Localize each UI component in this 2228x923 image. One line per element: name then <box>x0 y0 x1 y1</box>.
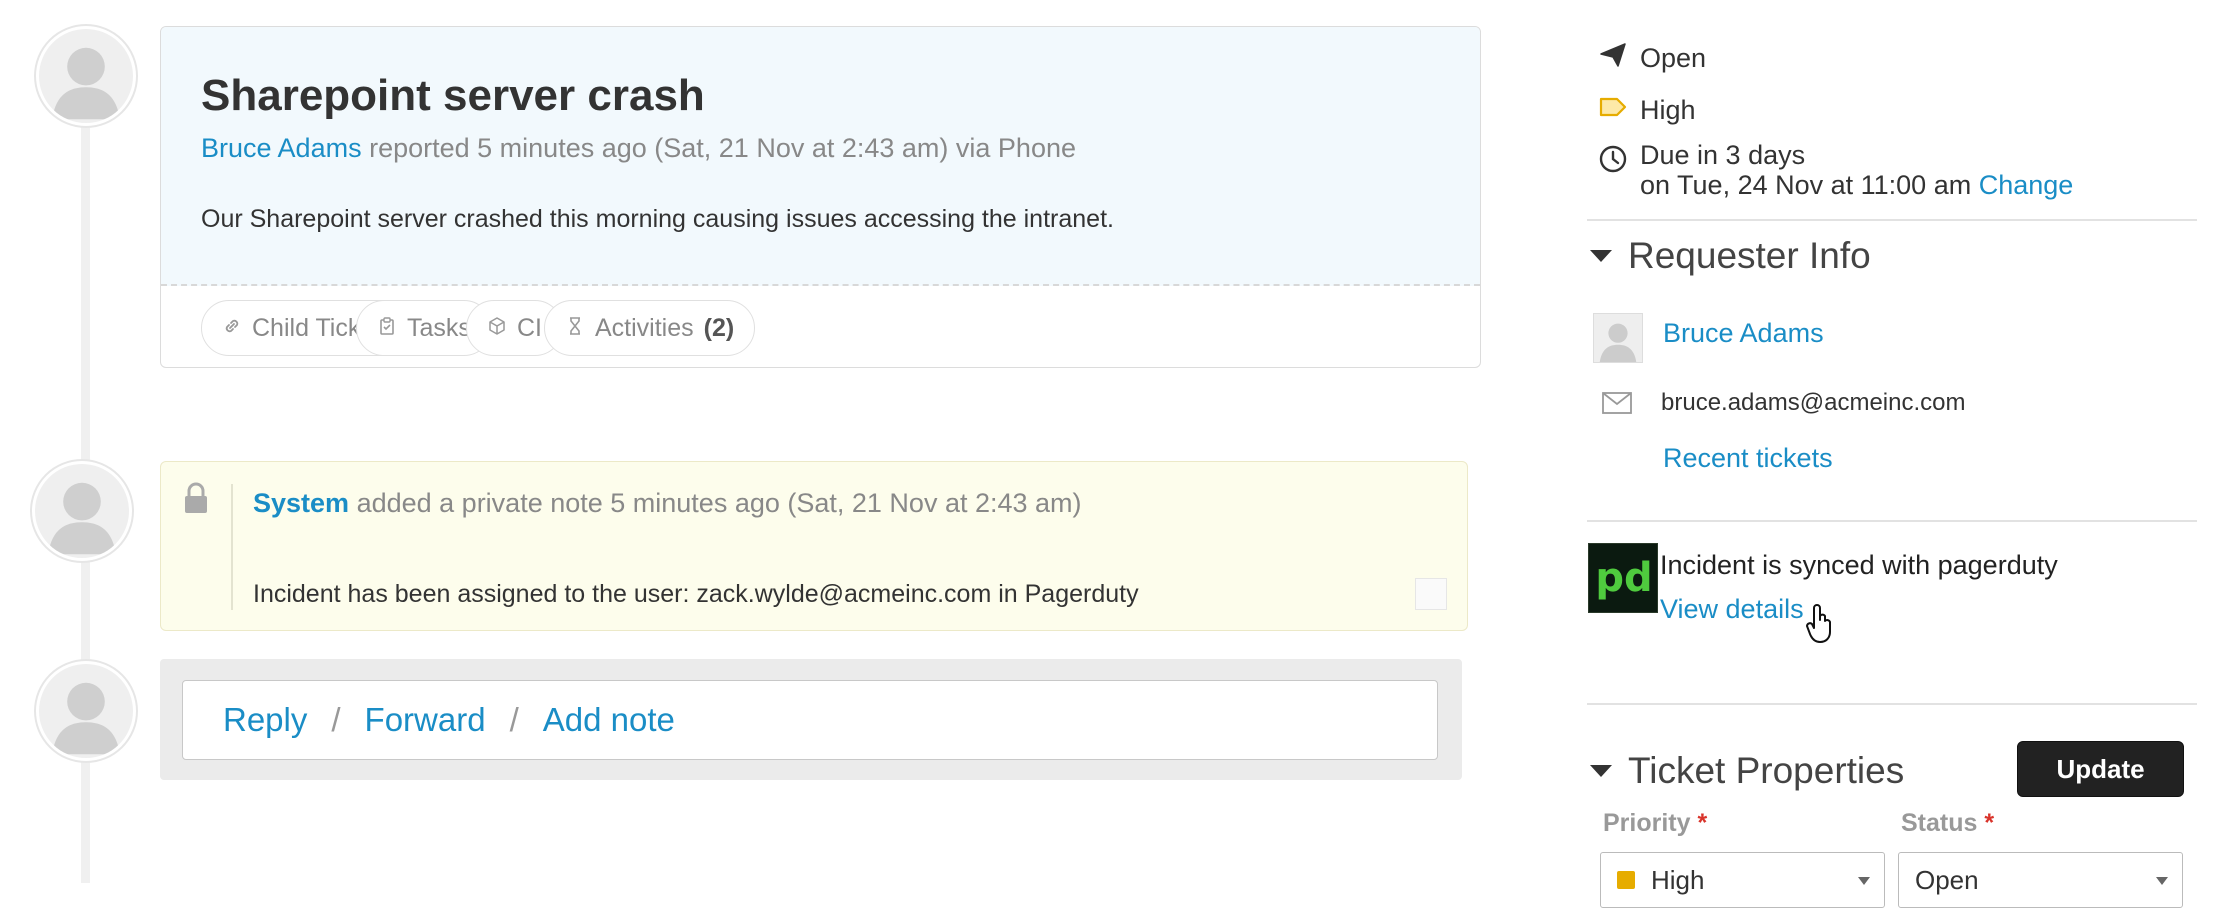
chevron-down-icon <box>2156 877 2168 885</box>
status-row: Open <box>1598 40 1706 77</box>
priority-select-value: High <box>1651 864 1705 895</box>
note-meta-text: added a private note 5 minutes ago (Sat,… <box>356 488 1082 518</box>
requester-email: bruce.adams@acmeinc.com <box>1661 389 1966 416</box>
priority-row: High <box>1598 92 1696 129</box>
separator: / <box>331 701 341 738</box>
clipboard-check-icon <box>377 314 397 343</box>
reported-text: reported 5 minutes ago (Sat, 21 Nov at 2… <box>369 133 1076 163</box>
add-note-button[interactable]: Add note <box>543 701 675 739</box>
tab-label: CI <box>517 313 542 342</box>
update-button[interactable]: Update <box>2017 741 2184 797</box>
lock-icon <box>183 482 209 514</box>
label-text: Status <box>1901 809 1978 837</box>
divider <box>1587 703 2197 705</box>
collapse-triangle-icon <box>1590 250 1612 262</box>
reply-area: Reply / Forward / Add note <box>160 659 1462 780</box>
mail-icon <box>1602 392 1632 414</box>
requester-info-header[interactable]: Requester Info <box>1590 235 1871 277</box>
hourglass-icon <box>565 314 585 343</box>
due-date-line: on Tue, 24 Nov at 11:00 am Change <box>1640 170 2073 200</box>
priority-select[interactable]: High <box>1600 852 1885 908</box>
separator: / <box>509 701 519 738</box>
priority-text: High <box>1640 95 1696 125</box>
note-body: Incident has been assigned to the user: … <box>253 580 1139 608</box>
label-text: Priority <box>1603 809 1691 837</box>
ticket-title: Sharepoint server crash <box>201 71 705 120</box>
due-text: Due in 3 days <box>1640 140 1806 170</box>
link-icon <box>222 314 242 343</box>
status-select-value: Open <box>1915 864 1979 895</box>
status-text: Open <box>1640 43 1707 73</box>
svg-text:pd: pd <box>1595 555 1652 601</box>
tag-icon <box>1598 92 1628 129</box>
collapse-triangle-icon <box>1590 765 1612 777</box>
note-divider <box>231 484 233 610</box>
requester-avatar-small <box>1593 313 1643 363</box>
current-user-avatar <box>36 661 136 761</box>
private-note: System added a private note 5 minutes ag… <box>160 461 1468 631</box>
divider <box>1587 520 2197 522</box>
required-mark: * <box>1697 809 1708 837</box>
note-action-box[interactable] <box>1415 578 1447 610</box>
tab-label: Activities <box>595 313 694 342</box>
requester-info-title: Requester Info <box>1628 235 1871 276</box>
forward-button[interactable]: Forward <box>365 701 486 739</box>
note-meta: System added a private note 5 minutes ag… <box>253 488 1082 519</box>
due-date: on Tue, 24 Nov at 11:00 am <box>1640 170 1972 200</box>
requester-avatar <box>36 26 136 126</box>
hand-cursor-icon <box>1805 604 1835 644</box>
ticket-meta: Bruce Adams reported 5 minutes ago (Sat,… <box>201 133 1076 164</box>
chevron-down-icon <box>1858 877 1870 885</box>
reply-box: Reply / Forward / Add note <box>182 680 1438 760</box>
tab-activities[interactable]: Activities (2) <box>544 300 756 356</box>
cube-icon <box>487 314 507 343</box>
ticket-card: Sharepoint server crash Bruce Adams repo… <box>160 26 1481 368</box>
ticket-properties-header[interactable]: Ticket Properties <box>1590 750 1904 792</box>
system-avatar <box>32 461 132 561</box>
reply-button[interactable]: Reply <box>223 701 307 739</box>
divider <box>1587 219 2197 221</box>
requester-link[interactable]: Bruce Adams <box>201 133 362 163</box>
ticket-description: Our Sharepoint server crashed this morni… <box>201 205 1114 233</box>
tab-label: Tasks <box>407 313 471 342</box>
note-author-link[interactable]: System <box>253 488 349 518</box>
required-mark: * <box>1984 809 1995 837</box>
pagerduty-sync-text: Incident is synced with pagerduty <box>1660 550 2058 580</box>
recent-tickets-link[interactable]: Recent tickets <box>1663 443 1833 474</box>
priority-color-swatch <box>1617 871 1635 889</box>
requester-name-link[interactable]: Bruce Adams <box>1663 318 1824 349</box>
view-details-link[interactable]: View details <box>1660 594 1804 625</box>
ticket-properties-title: Ticket Properties <box>1628 750 1905 791</box>
status-select[interactable]: Open <box>1898 852 2183 908</box>
pagerduty-logo: pd <box>1588 543 1658 613</box>
clock-icon <box>1598 144 1628 174</box>
ticket-body: Sharepoint server crash Bruce Adams repo… <box>161 27 1480 286</box>
status-field-label: Status * <box>1901 809 1994 838</box>
change-due-link[interactable]: Change <box>1979 170 2074 200</box>
activities-count: (2) <box>703 313 735 342</box>
priority-field-label: Priority * <box>1603 809 1707 838</box>
paper-plane-icon <box>1598 40 1628 77</box>
